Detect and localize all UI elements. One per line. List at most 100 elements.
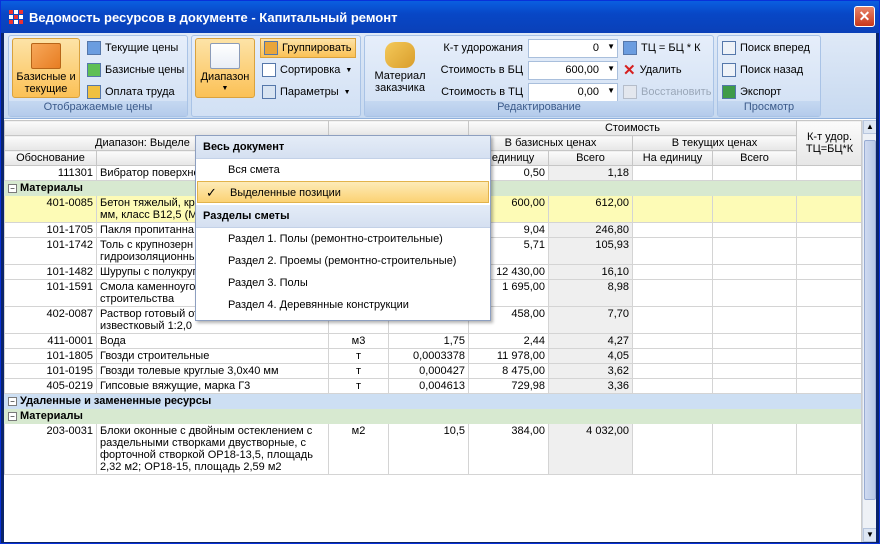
table-row[interactable]: 101-0195 Гвозди толевые круглые 3,0х40 мм… — [4, 363, 861, 379]
unit-price-cell: 2,44 — [468, 333, 549, 349]
menu-item-label: Выделенные позиции — [230, 187, 341, 199]
cur-unit-cell — [632, 348, 713, 364]
unit-cell: м2 — [328, 423, 389, 475]
k-header: К-т удор. ТЦ=БЦ*К — [796, 120, 861, 166]
code-cell: 101-1482 — [4, 264, 97, 280]
code-header[interactable]: Обоснование — [4, 150, 97, 166]
k-cell — [796, 222, 861, 238]
application-window: Ведомость ресурсов в документе - Капитал… — [0, 0, 880, 544]
name-cell: Гвозди толевые круглые 3,0х40 мм — [96, 363, 329, 379]
params-button[interactable]: Параметры ▼ — [262, 82, 351, 102]
total-header[interactable]: Всего — [548, 150, 633, 166]
table-row[interactable]: 405-0219 Гипсовые вяжущие, марка Г3 т 0,004… — [4, 378, 861, 394]
base-cost-dropdown-icon[interactable]: ▼ — [607, 64, 615, 73]
total-cell: 3,36 — [548, 378, 633, 394]
close-button[interactable]: ✕ — [854, 6, 875, 27]
total-cell: 7,70 — [548, 306, 633, 334]
range-button[interactable]: Диапазон ▼ — [195, 38, 255, 98]
scroll-down-icon[interactable]: ▼ — [863, 528, 876, 542]
code-cell: 203-0031 — [4, 423, 97, 475]
menu-item-section-2[interactable]: Раздел 2. Проемы (ремонтно-строительные) — [196, 250, 490, 272]
formula-button[interactable]: ТЦ = БЦ * К — [623, 38, 701, 58]
k-value: 0 — [592, 42, 599, 54]
group-edit: Материал заказчика К-т удорожания 0 ▼ Сто… — [364, 35, 714, 117]
unit-price-cell: 8 475,00 — [468, 363, 549, 379]
view-caption: Просмотр — [718, 101, 820, 116]
title-bar[interactable]: Ведомость ресурсов в документе - Капитал… — [1, 1, 879, 33]
collapse-icon[interactable]: − — [8, 183, 17, 193]
range-grid-icon — [210, 43, 240, 69]
find-prev-button[interactable]: Поиск назад — [722, 60, 803, 80]
k-input[interactable]: 0 ▼ — [528, 39, 618, 58]
k-cell — [796, 237, 861, 265]
base-and-current-label: Базисные и текущие — [16, 71, 76, 95]
menu-item-section-1[interactable]: Раздел 1. Полы (ремонтно-строительные) — [196, 228, 490, 250]
collapse-icon[interactable]: − — [8, 411, 17, 421]
export-button[interactable]: Экспорт — [722, 82, 781, 102]
qty-cell: 10,5 — [388, 423, 469, 475]
code-cell: 101-1742 — [4, 237, 97, 265]
find-next-button[interactable]: Поиск вперед — [722, 38, 810, 58]
cur-unit-header[interactable]: На единицу — [632, 150, 713, 166]
find-next-icon — [722, 41, 736, 55]
base-cost-input[interactable]: 600,00 ▼ — [528, 61, 618, 80]
k-cell — [796, 306, 861, 334]
current-cost-dropdown-icon[interactable]: ▼ — [607, 86, 615, 95]
ribbon: Базисные и текущие Текущие цены Базисные… — [4, 33, 876, 119]
sort-label: Сортировка — [280, 64, 341, 76]
subgroup-row[interactable]: − Материалы — [4, 408, 861, 424]
menu-item-whole-estimate[interactable]: Вся смета — [196, 159, 490, 181]
k-cell — [796, 348, 861, 364]
current-prices-button[interactable]: Текущие цены — [87, 38, 178, 58]
sort-button[interactable]: Сортировка ▼ — [262, 60, 352, 80]
edit-caption: Редактирование — [365, 101, 713, 116]
cur-total-header[interactable]: Всего — [711, 150, 798, 166]
table-row[interactable]: 411-0001 Вода м3 1,75 2,44 4,27 — [4, 333, 861, 349]
cur-total-cell — [711, 222, 798, 238]
scroll-thumb[interactable] — [864, 140, 876, 500]
cur-total-cell — [711, 423, 798, 475]
code-cell: 101-1805 — [4, 348, 97, 364]
find-prev-icon — [722, 63, 736, 77]
customer-material-button[interactable]: Материал заказчика — [368, 38, 432, 98]
cur-unit-cell — [632, 165, 713, 181]
current-cost-input[interactable]: 0,00 ▼ — [528, 83, 618, 102]
menu-item-section-4[interactable]: Раздел 4. Деревянные конструкции — [196, 294, 490, 316]
restore-button[interactable]: Восстановить — [623, 82, 711, 102]
total-cell: 105,93 — [548, 237, 633, 265]
base-prices-button[interactable]: Базисные цены — [87, 60, 184, 80]
cur-unit-cell — [632, 306, 713, 334]
collapse-icon[interactable]: − — [8, 396, 17, 406]
table-row[interactable]: 101-1805 Гвозди строительные т 0,0003378 11 … — [4, 348, 861, 364]
scroll-up-icon[interactable]: ▲ — [863, 120, 876, 134]
group-row[interactable]: − Удаленные и замененные ресурсы — [4, 393, 861, 409]
base-and-current-button[interactable]: Базисные и текущие — [12, 38, 80, 98]
k-dropdown-icon[interactable]: ▼ — [607, 42, 615, 51]
delete-button[interactable]: ✕ Удалить — [623, 60, 682, 80]
cur-total-cell — [711, 306, 798, 334]
menu-item-label: Раздел 3. Полы — [228, 277, 308, 289]
menu-item-selected-positions[interactable]: ✓ Выделенные позиции — [197, 181, 489, 203]
blank-header-2 — [328, 120, 469, 136]
vertical-scrollbar[interactable]: ▲ ▼ — [862, 120, 876, 542]
labor-payment-button[interactable]: Оплата труда — [87, 82, 175, 102]
cur-total-cell — [711, 333, 798, 349]
total-cell: 4,05 — [548, 348, 633, 364]
base-prices-icon — [87, 63, 101, 77]
total-cell: 4,27 — [548, 333, 633, 349]
table-row[interactable]: 203-0031 Блоки оконные с двойным остеклен… — [4, 423, 861, 475]
cur-total-cell — [711, 279, 798, 307]
unit-cell: т — [328, 363, 389, 379]
menu-sections-header: Разделы сметы — [196, 205, 490, 228]
cur-total-cell — [711, 378, 798, 394]
blank-header — [4, 120, 329, 136]
code-cell: 111301 — [4, 165, 97, 181]
labor-payment-icon — [87, 85, 101, 99]
group-label: Материалы — [20, 410, 83, 422]
menu-whole-header: Весь документ — [196, 136, 490, 159]
group-label: Группировать — [282, 42, 352, 54]
group-button[interactable]: Группировать — [260, 38, 356, 58]
menu-item-section-3[interactable]: Раздел 3. Полы — [196, 272, 490, 294]
unit-cell: м3 — [328, 333, 389, 349]
code-cell: 101-1591 — [4, 279, 97, 307]
